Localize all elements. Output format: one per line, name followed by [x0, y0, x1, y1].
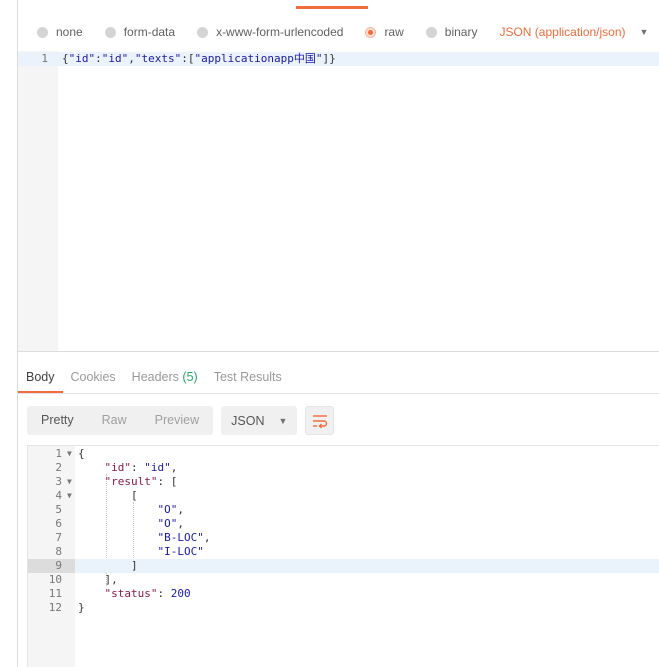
- response-line: 3 ▼ "result": [: [28, 475, 659, 489]
- tab-body-label: Body: [26, 370, 55, 384]
- preview-button[interactable]: Preview: [141, 406, 213, 435]
- response-line: 10 ],: [28, 573, 659, 587]
- radio-none[interactable]: none: [37, 25, 83, 39]
- pretty-button[interactable]: Pretty: [27, 406, 88, 435]
- response-line-number: 5: [55, 503, 62, 516]
- response-line-number: 10: [48, 573, 62, 586]
- response-format-label: JSON: [231, 413, 265, 428]
- content-type-dropdown[interactable]: JSON (application/json) ▼: [499, 25, 648, 39]
- tab-body[interactable]: Body: [18, 365, 63, 394]
- radio-label-binary: binary: [444, 25, 478, 39]
- radio-x-www-form-urlencoded[interactable]: x-www-form-urlencoded: [197, 25, 343, 39]
- request-body-text[interactable]: {"id":"id","texts":["applicationapp中国"]}: [62, 52, 336, 66]
- response-line: 4 ▼ [: [28, 489, 659, 503]
- request-body-editor[interactable]: 1 {"id":"id","texts":["applicationapp中国"…: [18, 51, 659, 352]
- response-line-number: 8: [55, 545, 62, 558]
- radio-dot-icon: [197, 26, 209, 38]
- content-type-label: JSON (application/json): [499, 25, 626, 39]
- raw-button[interactable]: Raw: [88, 406, 141, 435]
- radio-label-raw: raw: [384, 25, 404, 39]
- radio-dot-icon: [37, 26, 48, 38]
- response-line-number: 11: [48, 587, 62, 600]
- radio-binary[interactable]: binary: [425, 25, 478, 39]
- response-line-text: [: [78, 489, 138, 502]
- fold-arrow-icon[interactable]: ▼: [67, 447, 72, 461]
- response-line: 8 "I-LOC": [28, 545, 659, 559]
- response-tabs-divider: [18, 393, 659, 394]
- response-line-text: ],: [78, 573, 118, 586]
- response-line: 9 ]: [28, 559, 659, 573]
- tab-headers[interactable]: Headers (5): [124, 365, 206, 394]
- response-line-text: "O",: [157, 517, 184, 530]
- wrap-lines-icon: [312, 414, 327, 428]
- response-line-number: 6: [55, 517, 62, 530]
- response-format-dropdown[interactable]: JSON ▼: [221, 406, 298, 435]
- response-line-text: "id": "id",: [104, 461, 178, 474]
- response-line-text: }: [78, 601, 85, 614]
- response-line-text: "I-LOC": [157, 545, 204, 558]
- fold-arrow-icon[interactable]: ▼: [67, 489, 72, 503]
- radio-label-none: none: [56, 25, 83, 39]
- wrap-lines-button[interactable]: [305, 406, 335, 435]
- tab-headers-label: Headers: [131, 370, 179, 384]
- radio-label-form-data: form-data: [123, 25, 176, 39]
- radio-raw[interactable]: raw: [365, 25, 404, 39]
- body-type-selector: none form-data x-www-form-urlencoded raw…: [18, 18, 659, 46]
- radio-form-data[interactable]: form-data: [104, 25, 176, 39]
- response-line-number: 9: [28, 559, 75, 573]
- response-line-text: "status": 200: [104, 587, 191, 600]
- response-line-text: "O",: [157, 503, 184, 516]
- request-editor-gutter: [18, 51, 58, 351]
- chevron-down-icon: ▼: [639, 27, 649, 37]
- response-line: 1 ▼{: [28, 447, 659, 461]
- response-line: 2 "id": "id",: [28, 461, 659, 475]
- response-line: 5 "O",: [28, 503, 659, 517]
- fold-arrow-icon[interactable]: ▼: [67, 475, 72, 489]
- radio-dot-selected-icon: [365, 26, 377, 38]
- response-line-text: "B-LOC",: [157, 531, 211, 544]
- tab-cookies[interactable]: Cookies: [63, 365, 124, 394]
- response-line: 11 "status": 200: [28, 587, 659, 601]
- view-mode-segmented-control: Pretty Raw Preview: [27, 406, 214, 435]
- response-line-number: 7: [55, 531, 62, 544]
- tab-test-results[interactable]: Test Results: [206, 365, 290, 394]
- radio-label-urlencoded: x-www-form-urlencoded: [216, 25, 344, 39]
- tab-cookies-label: Cookies: [70, 370, 116, 384]
- response-line: 12}: [28, 601, 659, 615]
- response-line-text: {: [78, 447, 85, 460]
- radio-dot-icon: [425, 26, 437, 38]
- response-body-viewer[interactable]: 1 ▼{2 "id": "id", 3 ▼ "result": [4 ▼ [5 "O",…: [27, 445, 659, 667]
- response-line-number: 12: [48, 601, 62, 614]
- radio-dot-icon: [104, 26, 116, 38]
- response-line: 6 "O",: [28, 517, 659, 531]
- response-line: 7 "B-LOC",: [28, 531, 659, 545]
- active-tab-indicator: [296, 6, 368, 9]
- chevron-down-icon: ▼: [278, 415, 288, 426]
- response-tabs: Body Cookies Headers (5) Test Results: [18, 365, 290, 394]
- response-line-text: "result": [: [104, 475, 178, 488]
- request-line-number: 1: [41, 52, 48, 65]
- tab-test-results-label: Test Results: [213, 370, 282, 384]
- response-toolbar: Pretty Raw Preview JSON ▼: [27, 406, 335, 435]
- headers-count-badge: (5): [182, 370, 198, 384]
- response-line-text: ]: [78, 559, 138, 572]
- response-line-number: 2: [55, 461, 62, 474]
